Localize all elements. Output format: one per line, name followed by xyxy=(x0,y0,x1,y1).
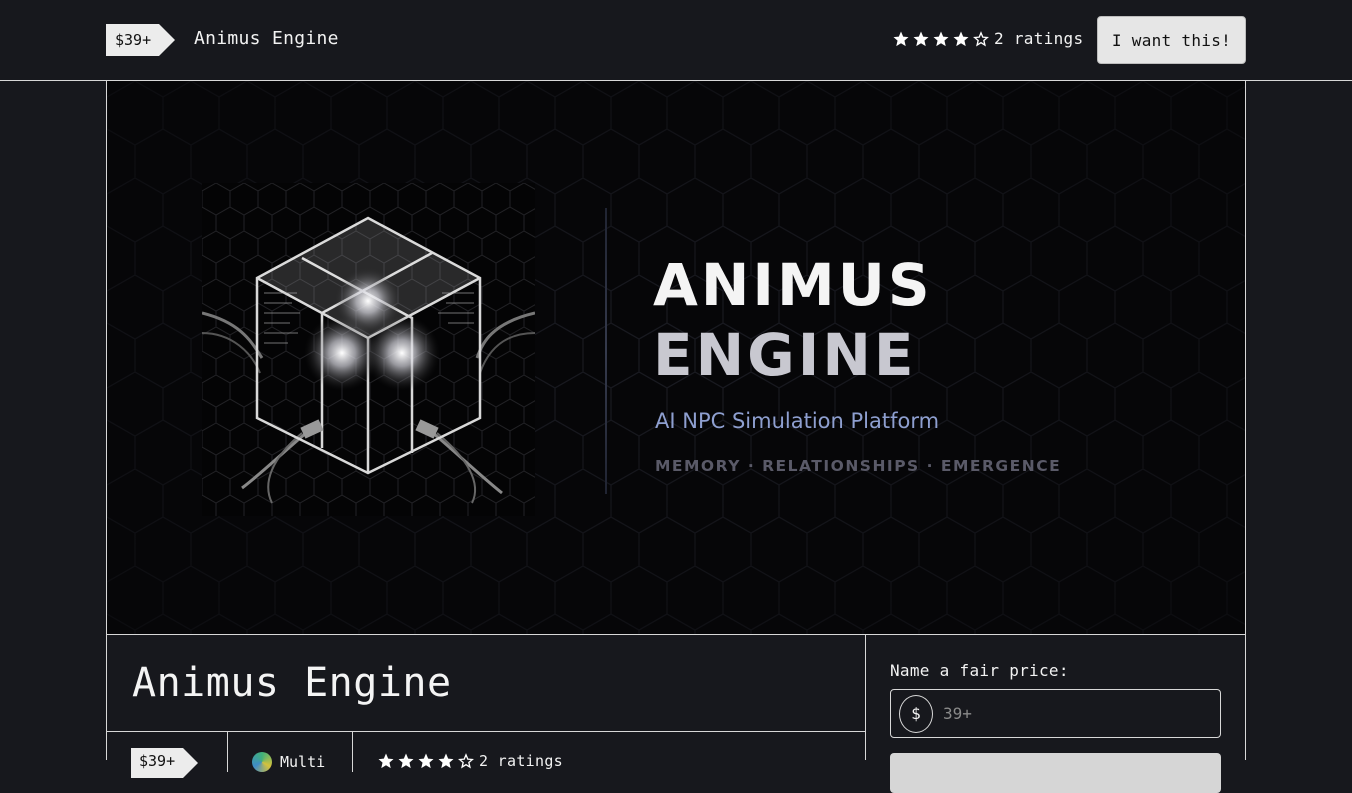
cover-title-line-2: ENGINE xyxy=(653,321,917,389)
star-filled-icon xyxy=(933,31,949,46)
star-filled-icon xyxy=(438,753,454,769)
meta-rating-cell[interactable]: 2 ratings xyxy=(353,732,866,772)
product-price-notch xyxy=(183,748,199,778)
cover-subtitle: AI NPC Simulation Platform xyxy=(655,409,940,433)
glowing-cube-illustration xyxy=(202,183,535,516)
product-rating[interactable]: 2 ratings xyxy=(377,752,563,770)
star-filled-icon xyxy=(398,753,414,769)
star-filled-icon xyxy=(913,31,929,46)
cover-tagline: MEMORY · RELATIONSHIPS · EMERGENCE xyxy=(655,457,1062,475)
meta-price-cell: $39+ xyxy=(107,732,228,778)
creator-link[interactable]: Multi xyxy=(252,752,325,772)
price-input[interactable] xyxy=(943,704,1193,723)
price-tag-notch xyxy=(159,24,176,56)
price-tag: $39+ xyxy=(106,24,176,56)
header-rating[interactable]: 2 ratings xyxy=(892,29,1083,48)
purchase-button[interactable] xyxy=(890,753,1221,793)
cover-image: ANIMUS ENGINE AI NPC Simulation Platform… xyxy=(106,80,1246,635)
product-price-label: $39+ xyxy=(131,748,184,778)
currency-symbol: $ xyxy=(899,694,933,733)
star-filled-icon xyxy=(418,753,434,769)
price-tag-label: $39+ xyxy=(106,24,160,56)
star-filled-icon xyxy=(953,31,969,46)
header-ratings-count: 2 ratings xyxy=(994,29,1084,48)
star-empty-icon xyxy=(973,30,989,46)
product-meta-row: $39+ Multi 2 ratings xyxy=(107,731,866,778)
price-input-field[interactable]: $ xyxy=(890,689,1221,738)
fair-price-label: Name a fair price: xyxy=(890,661,1069,680)
star-filled-icon xyxy=(893,31,909,46)
purchase-panel: Name a fair price: $ xyxy=(865,634,1246,793)
meta-creator-cell[interactable]: Multi xyxy=(228,732,353,772)
creator-name[interactable]: Multi xyxy=(280,753,325,771)
star-empty-icon xyxy=(458,753,474,769)
top-bar: $39+ Animus Engine 2 ratings I want this… xyxy=(0,0,1352,81)
star-filled-icon xyxy=(378,753,394,769)
product-ratings-count: 2 ratings xyxy=(479,752,563,770)
header-product-title: Animus Engine xyxy=(194,28,339,49)
cover-title-line-1: ANIMUS xyxy=(653,251,933,319)
product-info-panel: Animus Engine $39+ Multi 2 ratings xyxy=(106,634,866,778)
creator-avatar xyxy=(252,752,272,772)
product-price-tag: $39+ xyxy=(131,748,199,778)
i-want-this-button[interactable]: I want this! xyxy=(1097,16,1246,64)
cover-divider xyxy=(605,208,607,494)
product-title: Animus Engine xyxy=(132,660,452,706)
